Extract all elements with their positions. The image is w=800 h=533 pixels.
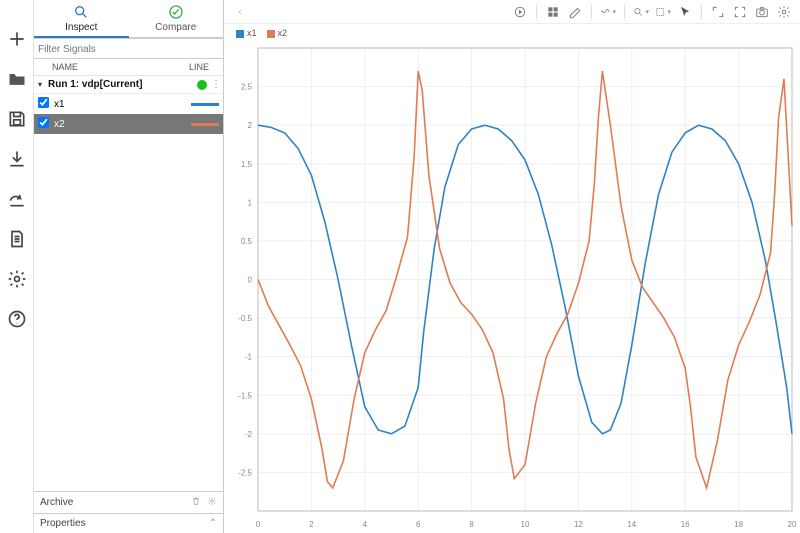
svg-text:-2: -2: [245, 430, 253, 439]
caret-down-icon: ▾: [38, 80, 48, 89]
status-dot: [197, 80, 207, 90]
tab-inspect[interactable]: Inspect: [34, 0, 129, 38]
signal-checkbox[interactable]: [37, 117, 48, 128]
svg-text:0.5: 0.5: [241, 237, 253, 246]
signal-row[interactable]: x1: [34, 94, 223, 114]
clear-icon[interactable]: [567, 4, 583, 20]
signal-row[interactable]: x2: [34, 114, 223, 134]
zoom-icon[interactable]: [633, 4, 649, 20]
plot-toolbar: ‹: [224, 0, 800, 24]
svg-text:10: 10: [521, 520, 530, 529]
left-rail: [0, 0, 34, 533]
gear-small-icon[interactable]: [207, 496, 217, 509]
col-line: LINE: [189, 62, 219, 72]
signals-panel: Inspect Compare NAME LINE ▾ Run 1: vdp[C…: [34, 0, 224, 533]
camera-icon[interactable]: [754, 4, 770, 20]
run-icon[interactable]: [512, 4, 528, 20]
svg-text:-1.5: -1.5: [238, 391, 252, 400]
signal-name: x1: [52, 99, 191, 110]
plot-area[interactable]: 0 2 4 6 8 10 12 14 16 18 20 -2.5 -2 -1.5 -1 -0.5 0 0.5 1 1.…: [224, 42, 800, 533]
signal-line-sample: [191, 103, 219, 106]
trash-icon[interactable]: [191, 496, 201, 509]
svg-text:-0.5: -0.5: [238, 314, 252, 323]
export-icon[interactable]: [6, 188, 28, 210]
archive-label: Archive: [40, 497, 191, 508]
gear-icon[interactable]: [776, 4, 792, 20]
svg-text:8: 8: [469, 520, 474, 529]
tab-compare-label: Compare: [155, 22, 196, 33]
svg-text:2: 2: [309, 520, 314, 529]
panel-tabs: Inspect Compare: [34, 0, 223, 38]
tab-compare[interactable]: Compare: [129, 0, 224, 38]
svg-text:2: 2: [248, 121, 253, 130]
svg-text:12: 12: [574, 520, 583, 529]
archive-section[interactable]: Archive: [34, 491, 223, 513]
folder-icon[interactable]: [6, 68, 28, 90]
fullscreen-icon[interactable]: [732, 4, 748, 20]
svg-text:16: 16: [681, 520, 690, 529]
signal-type-icon[interactable]: [600, 4, 616, 20]
svg-text:1: 1: [248, 198, 253, 207]
run-row[interactable]: ▾ Run 1: vdp[Current] ⋮: [34, 76, 223, 94]
legend-item: x2: [267, 28, 288, 38]
properties-label: Properties: [40, 518, 209, 529]
filter-input[interactable]: [34, 41, 223, 58]
properties-section[interactable]: Properties ⌃: [34, 513, 223, 533]
svg-text:6: 6: [416, 520, 421, 529]
save-icon[interactable]: [6, 108, 28, 130]
import-icon[interactable]: [6, 148, 28, 170]
layout-icon[interactable]: [545, 4, 561, 20]
svg-text:18: 18: [734, 520, 743, 529]
chevron-up-icon: ⌃: [209, 518, 217, 529]
legend-item: x1: [236, 28, 257, 38]
svg-text:-2.5: -2.5: [238, 468, 252, 477]
main-area: ‹ x1x2 02468101214161820-2.5-2-1.5-1-0.5…: [224, 0, 800, 533]
svg-text:-1: -1: [245, 353, 253, 362]
signal-checkbox[interactable]: [37, 97, 48, 108]
signal-name: x2: [52, 119, 191, 130]
filter-box: [34, 38, 223, 59]
check-icon: [168, 4, 184, 20]
settings-icon[interactable]: [6, 268, 28, 290]
tab-inspect-label: Inspect: [65, 22, 97, 33]
svg-text:14: 14: [627, 520, 636, 529]
expand-icon[interactable]: [710, 4, 726, 20]
legend: x1 x2: [224, 24, 800, 42]
run-label: Run 1: vdp[Current]: [48, 79, 197, 90]
col-name: NAME: [52, 62, 189, 72]
fit-icon[interactable]: [655, 4, 671, 20]
document-icon[interactable]: [6, 228, 28, 250]
svg-text:20: 20: [788, 520, 797, 529]
svg-text:4: 4: [363, 520, 368, 529]
svg-text:0: 0: [256, 520, 261, 529]
svg-text:2.5: 2.5: [241, 83, 253, 92]
add-icon[interactable]: [6, 28, 28, 50]
help-icon[interactable]: [6, 308, 28, 330]
pointer-icon[interactable]: [677, 4, 693, 20]
search-icon: [73, 4, 89, 20]
svg-text:1.5: 1.5: [241, 160, 253, 169]
signal-line-sample: [191, 123, 219, 126]
kebab-icon[interactable]: ⋮: [211, 83, 219, 87]
table-header: NAME LINE: [34, 59, 223, 76]
collapse-left-icon[interactable]: ‹: [232, 4, 248, 20]
svg-text:0: 0: [248, 276, 253, 285]
